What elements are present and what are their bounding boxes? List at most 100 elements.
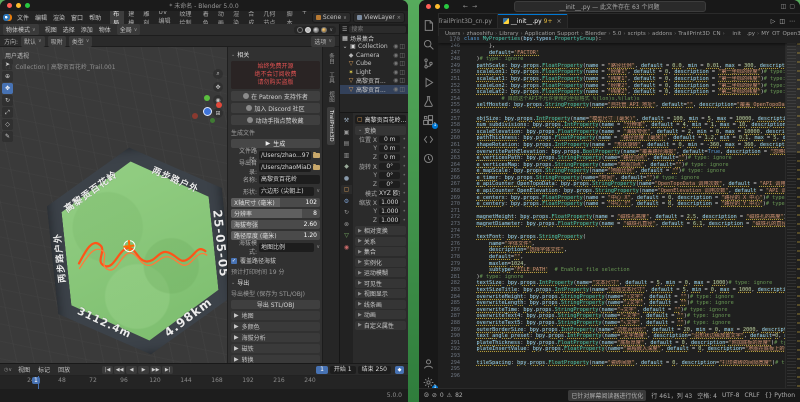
property-section-header[interactable]: ▶线条画 <box>355 300 406 309</box>
delta-transform-header[interactable]: ▶相对变换 <box>355 226 406 235</box>
zoom-icon[interactable] <box>444 4 449 9</box>
viewport-menu-item[interactable]: 物体 <box>96 24 114 35</box>
remote-indicator-icon[interactable]: ⧁ <box>424 392 429 400</box>
collapsed-subpanel[interactable]: ▶地图 <box>231 311 320 320</box>
current-frame-field[interactable]: 1 <box>316 366 328 374</box>
outliner-item[interactable]: ◆ Camera ◉◫ <box>340 51 408 60</box>
output-tab-icon[interactable]: ▤ <box>341 139 352 148</box>
property-section-header[interactable]: ▶关系 <box>355 237 406 246</box>
visibility-icons[interactable]: ◉◫ <box>393 60 406 67</box>
export-stl-button[interactable]: 导出 STL/OBJ <box>231 300 320 309</box>
traffic-lights[interactable] <box>426 4 449 9</box>
scene-tab-icon[interactable]: ◆ <box>341 162 352 171</box>
rendered-shading-icon[interactable] <box>321 27 327 33</box>
wireframe-shading-icon[interactable] <box>297 27 303 33</box>
transform-value[interactable]: 1.000 <box>379 217 400 224</box>
gizmo-neg-x-handle[interactable] <box>192 113 198 119</box>
modifier-tab-icon[interactable]: ⚙ <box>341 197 352 206</box>
auto-key-icon[interactable]: ◆ <box>395 366 404 374</box>
outliner-item[interactable]: ✶ Light ◉◫ <box>340 68 408 77</box>
frame-start-field[interactable]: 开始 1 <box>330 366 356 374</box>
transform-value[interactable]: 0° <box>379 181 400 188</box>
lock-icon[interactable]: • <box>402 163 406 170</box>
playback-button[interactable]: |◀ <box>102 366 113 374</box>
transform-value[interactable]: XYZ 欧拉角 <box>379 190 400 197</box>
support-link-button[interactable]: 在 Patreon 支持作者 <box>231 91 320 101</box>
slider[interactable]: 海拔夸张 2.60 <box>231 220 320 229</box>
blender-logo-icon[interactable] <box>3 14 12 21</box>
transform-value[interactable]: 0 m <box>379 136 400 143</box>
constraint-tab-icon[interactable]: ⊗ <box>341 220 352 229</box>
menu-item[interactable]: 渲染 <box>50 12 68 23</box>
playback-button[interactable]: ▶| <box>162 366 173 374</box>
collapsed-subpanel[interactable]: ▶磁铁 <box>231 344 320 353</box>
status-item[interactable]: CRLF <box>745 392 760 399</box>
filter-icon[interactable]: ☰ <box>342 26 347 33</box>
source-control-icon[interactable] <box>422 57 435 70</box>
transform-value[interactable]: 0° <box>379 172 400 179</box>
timeline-ruler[interactable]: 24487296120144168192216240 1 <box>0 376 408 389</box>
transform-value[interactable]: 1.000 <box>379 208 400 215</box>
data-tab-icon[interactable]: ▽ <box>341 231 352 240</box>
render-tab-icon[interactable]: ▣ <box>341 128 352 137</box>
support-link-button[interactable]: 加入 Discord 社区 <box>231 103 320 113</box>
visibility-icons[interactable]: ◉◫ <box>393 52 406 59</box>
editor-tab[interactable]: __init__.py 9+ × <box>498 14 568 28</box>
world-tab-icon[interactable]: ● <box>341 174 352 183</box>
split-editor-icon[interactable]: ◫ <box>779 18 785 25</box>
lock-icon[interactable]: • <box>402 136 406 143</box>
command-center[interactable]: __init__.py — 此文件存在 63 个问题 <box>514 1 706 12</box>
run-file-icon[interactable]: ▷ <box>771 18 776 25</box>
timeline-menu-item[interactable]: 回放 <box>55 364 73 375</box>
viewport-menu-item[interactable]: 选择 <box>60 24 78 35</box>
expand-icon[interactable]: ⌄ <box>342 43 348 50</box>
folder-icon[interactable] <box>313 165 320 170</box>
more-actions-icon[interactable]: ⋯ <box>789 18 795 25</box>
forward-icon[interactable]: → <box>472 3 477 10</box>
minimap[interactable] <box>785 43 800 389</box>
timeline-clock-icon[interactable] <box>422 152 435 165</box>
testing-flask-icon[interactable] <box>422 95 435 108</box>
visibility-icons[interactable]: ◉◫ <box>393 77 406 84</box>
menu-item[interactable]: 帮助 <box>86 12 104 23</box>
status-item[interactable]: UTF-8 <box>722 392 740 399</box>
lock-icon[interactable]: • <box>402 145 406 152</box>
slider[interactable]: 分辨率 8 <box>231 209 320 218</box>
gizmo-y-handle[interactable] <box>204 95 210 101</box>
status-item[interactable]: {} Python <box>765 392 795 399</box>
move-tool-icon[interactable]: ✥ <box>2 83 13 94</box>
close-icon[interactable] <box>426 4 431 9</box>
visibility-icons[interactable]: ◉◫ <box>393 69 406 76</box>
lock-icon[interactable]: • <box>402 181 406 188</box>
outliner-item[interactable]: ▽ 高黎贡百... ◉◫ <box>340 85 408 94</box>
viewport-menu-item[interactable]: 添加 <box>78 24 96 35</box>
field-value[interactable]: 高黎贡百花岭 <box>259 175 320 184</box>
visibility-icons[interactable]: ◉◫ <box>393 43 406 50</box>
orientation-dropdown[interactable]: 全局∨ <box>117 24 141 35</box>
field-value[interactable]: /Users/zhaoMiaDownl... <box>259 163 311 172</box>
transform-value[interactable]: 0 m <box>379 154 400 161</box>
object-tab-icon[interactable]: ▢ <box>341 185 352 194</box>
property-section-header[interactable]: ▶集合 <box>355 247 406 256</box>
physics-tab-icon[interactable]: ↻ <box>341 208 352 217</box>
transform-value[interactable]: 1.000 <box>379 199 400 206</box>
snap-button[interactable]: 吸附 <box>48 36 66 47</box>
outliner-item[interactable]: ▽ Cube ◉◫ <box>340 60 408 69</box>
scale-tool-icon[interactable]: ⤢ <box>2 107 13 118</box>
warning-count[interactable]: 82 <box>455 392 463 399</box>
transform-section-header[interactable]: ⌄变换 <box>355 126 406 135</box>
collapsed-subpanel[interactable]: ▶多颜色 <box>231 322 320 331</box>
lock-icon[interactable]: • <box>402 154 406 161</box>
close-tab-icon[interactable]: × <box>557 18 562 25</box>
outliner-search-input[interactable]: 搜索 <box>349 26 406 33</box>
toggle-grid-icon[interactable]: ⊞ <box>213 108 223 118</box>
scene-selector[interactable]: Scene ∨ <box>312 12 351 23</box>
zoom-icon[interactable]: ⌕ <box>213 69 223 79</box>
menu-item[interactable]: 窗口 <box>68 12 86 23</box>
minimize-icon[interactable] <box>435 4 440 9</box>
gizmo-center-handle[interactable] <box>203 107 212 116</box>
transform-value[interactable]: 0° <box>379 163 400 170</box>
lock-icon[interactable]: • <box>402 217 406 224</box>
property-section-header[interactable]: ▶实例化 <box>355 258 406 267</box>
explorer-icon[interactable] <box>422 19 435 32</box>
